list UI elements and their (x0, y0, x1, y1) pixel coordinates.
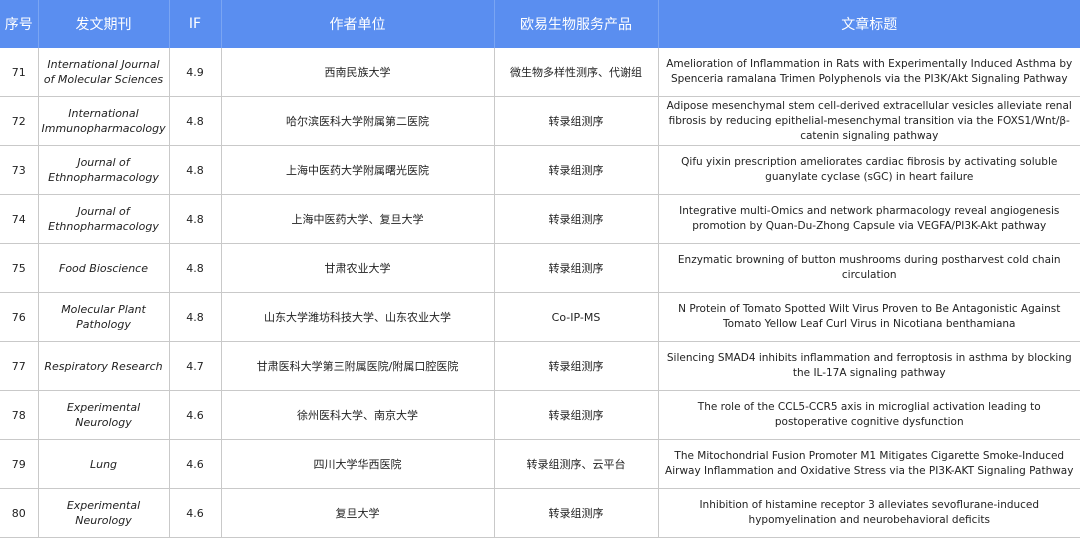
cell-product: 转录组测序 (494, 341, 659, 391)
table-body: 71 International Journal of Molecular Sc… (0, 48, 1080, 538)
cell-title: Amelioration of Inflammation in Rats wit… (658, 48, 1080, 97)
table-row: 73 Journal of Ethnopharmacology 4.8 上海中医… (0, 145, 1080, 195)
cell-no: 75 (0, 243, 39, 293)
table-row: 71 International Journal of Molecular Sc… (0, 48, 1080, 97)
cell-journal: International Immunopharmacology (38, 96, 170, 146)
cell-unit: 上海中医药大学附属曙光医院 (221, 145, 495, 195)
cell-journal: Molecular Plant Pathology (38, 292, 170, 342)
cell-product: 微生物多样性测序、代谢组 (494, 48, 659, 97)
cell-title: Silencing SMAD4 inhibits inflammation an… (658, 341, 1080, 391)
cell-journal: Journal of Ethnopharmacology (38, 194, 170, 244)
table-row: 76 Molecular Plant Pathology 4.8 山东大学潍坊科… (0, 292, 1080, 342)
cell-title: Enzymatic browning of button mushrooms d… (658, 243, 1080, 293)
cell-title: Inhibition of histamine receptor 3 allev… (658, 488, 1080, 538)
header-no: 序号 (0, 0, 39, 48)
cell-unit: 四川大学华西医院 (221, 439, 495, 489)
cell-unit: 徐州医科大学、南京大学 (221, 390, 495, 440)
cell-journal: Lung (38, 439, 170, 489)
table-row: 72 International Immunopharmacology 4.8 … (0, 96, 1080, 146)
cell-unit: 上海中医药大学、复旦大学 (221, 194, 495, 244)
header-product: 欧易生物服务产品 (494, 0, 659, 48)
cell-if: 4.7 (169, 341, 222, 391)
cell-no: 80 (0, 488, 39, 538)
cell-title: Adipose mesenchymal stem cell-derived ex… (658, 96, 1080, 146)
cell-if: 4.6 (169, 390, 222, 440)
cell-no: 71 (0, 48, 39, 97)
cell-title: The role of the CCL5-CCR5 axis in microg… (658, 390, 1080, 440)
cell-no: 78 (0, 390, 39, 440)
cell-no: 74 (0, 194, 39, 244)
cell-if: 4.8 (169, 243, 222, 293)
cell-product: 转录组测序 (494, 243, 659, 293)
cell-no: 77 (0, 341, 39, 391)
header-title: 文章标题 (658, 0, 1080, 48)
cell-if: 4.6 (169, 439, 222, 489)
cell-title: N Protein of Tomato Spotted Wilt Virus P… (658, 292, 1080, 342)
cell-unit: 哈尔滨医科大学附属第二医院 (221, 96, 495, 146)
cell-unit: 西南民族大学 (221, 48, 495, 97)
cell-journal: Respiratory Research (38, 341, 170, 391)
cell-no: 79 (0, 439, 39, 489)
header-if: IF (169, 0, 222, 48)
cell-product: 转录组测序、云平台 (494, 439, 659, 489)
cell-no: 73 (0, 145, 39, 195)
table-row: 79 Lung 4.6 四川大学华西医院 转录组测序、云平台 The Mitoc… (0, 439, 1080, 489)
cell-product: 转录组测序 (494, 145, 659, 195)
cell-product: 转录组测序 (494, 96, 659, 146)
table-header: 序号 发文期刊 IF 作者单位 欧易生物服务产品 文章标题 (0, 0, 1080, 48)
cell-title: Integrative multi-Omics and network phar… (658, 194, 1080, 244)
cell-if: 4.9 (169, 48, 222, 97)
header-journal: 发文期刊 (38, 0, 170, 48)
publication-table: 序号 发文期刊 IF 作者单位 欧易生物服务产品 文章标题 71 Interna… (0, 0, 1080, 538)
header-row: 序号 发文期刊 IF 作者单位 欧易生物服务产品 文章标题 (0, 0, 1080, 48)
cell-journal: International Journal of Molecular Scien… (38, 48, 170, 97)
cell-unit: 甘肃农业大学 (221, 243, 495, 293)
cell-journal: Experimental Neurology (38, 488, 170, 538)
cell-if: 4.8 (169, 292, 222, 342)
cell-unit: 甘肃医科大学第三附属医院/附属口腔医院 (221, 341, 495, 391)
table-row: 75 Food Bioscience 4.8 甘肃农业大学 转录组测序 Enzy… (0, 243, 1080, 293)
table-row: 80 Experimental Neurology 4.6 复旦大学 转录组测序… (0, 488, 1080, 538)
header-unit: 作者单位 (221, 0, 495, 48)
cell-no: 76 (0, 292, 39, 342)
cell-if: 4.6 (169, 488, 222, 538)
cell-product: 转录组测序 (494, 390, 659, 440)
cell-title: Qifu yixin prescription ameliorates card… (658, 145, 1080, 195)
cell-journal: Journal of Ethnopharmacology (38, 145, 170, 195)
cell-no: 72 (0, 96, 39, 146)
cell-product: Co-IP-MS (494, 292, 659, 342)
table-row: 74 Journal of Ethnopharmacology 4.8 上海中医… (0, 194, 1080, 244)
cell-unit: 复旦大学 (221, 488, 495, 538)
cell-journal: Food Bioscience (38, 243, 170, 293)
cell-journal: Experimental Neurology (38, 390, 170, 440)
cell-if: 4.8 (169, 96, 222, 146)
cell-product: 转录组测序 (494, 194, 659, 244)
cell-unit: 山东大学潍坊科技大学、山东农业大学 (221, 292, 495, 342)
cell-product: 转录组测序 (494, 488, 659, 538)
cell-title: The Mitochondrial Fusion Promoter M1 Mit… (658, 439, 1080, 489)
table-row: 77 Respiratory Research 4.7 甘肃医科大学第三附属医院… (0, 341, 1080, 391)
cell-if: 4.8 (169, 194, 222, 244)
cell-if: 4.8 (169, 145, 222, 195)
table-row: 78 Experimental Neurology 4.6 徐州医科大学、南京大… (0, 390, 1080, 440)
